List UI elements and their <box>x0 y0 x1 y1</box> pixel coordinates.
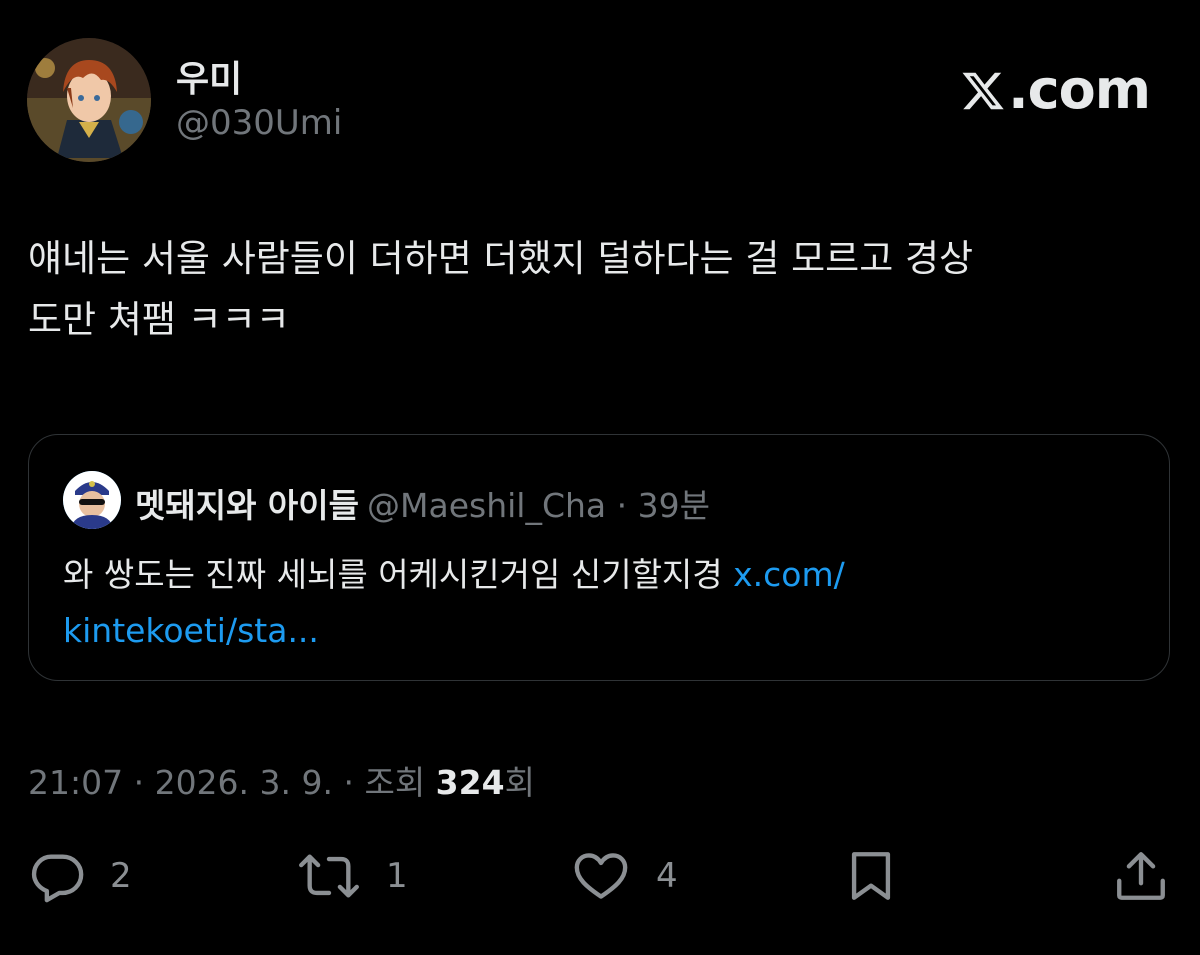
x-brand-text: .com <box>1008 58 1151 121</box>
like-count: 4 <box>656 856 678 896</box>
quote-link[interactable]: x.com/ <box>733 555 845 594</box>
quote-body: 와 쌍도는 진짜 세뇌를 어케시킨거임 신기할지경 <box>63 555 734 594</box>
tweet-text-line: 도만 쳐팸 ㅋㅋㅋ <box>28 298 290 341</box>
like-icon <box>570 847 632 905</box>
x-logo-icon <box>960 64 1006 127</box>
reply-count: 2 <box>110 856 132 896</box>
like-button[interactable]: 4 <box>570 846 678 906</box>
quote-author-avatar[interactable] <box>63 471 121 529</box>
reply-icon <box>28 847 86 905</box>
quote-header: 멧돼지와 아이들 @Maeshil_Cha · 39분 <box>135 479 710 527</box>
x-brand: .com <box>960 58 1151 127</box>
author-handle[interactable]: @030Umi <box>176 103 342 143</box>
share-button[interactable] <box>1112 846 1170 906</box>
tweet-timestamp[interactable]: 21:07 · 2026. 3. 9. · 조회 324회 <box>28 756 535 804</box>
bookmark-icon <box>842 847 900 905</box>
view-count: 324 <box>435 763 505 802</box>
retweet-icon <box>296 847 362 905</box>
tweet-text: 얘네는 서울 사람들이 더하면 더했지 덜하다는 걸 모르고 경상 도만 쳐팸 … <box>28 228 1178 350</box>
author-display-name[interactable]: 우미 <box>176 50 242 102</box>
quote-text: 와 쌍도는 진짜 세뇌를 어케시킨거임 신기할지경 x.com/ kinteko… <box>63 547 1123 659</box>
retweet-count: 1 <box>386 856 408 896</box>
quote-author-meta: @Maeshil_Cha · 39분 <box>367 486 710 525</box>
quote-link-continued[interactable]: kintekoeti/sta... <box>63 611 319 650</box>
timestamp-text: 21:07 · 2026. 3. 9. · 조회 <box>28 763 436 802</box>
tweet-text-line: 얘네는 서울 사람들이 더하면 더했지 덜하다는 걸 모르고 경상 <box>28 237 974 280</box>
bookmark-button[interactable] <box>842 846 900 906</box>
quoted-tweet-card[interactable]: 멧돼지와 아이들 @Maeshil_Cha · 39분 와 쌍도는 진짜 세뇌를 … <box>28 434 1170 681</box>
view-unit: 회 <box>504 763 535 802</box>
quote-author-name[interactable]: 멧돼지와 아이들 <box>135 486 359 525</box>
share-icon <box>1112 847 1170 905</box>
reply-button[interactable]: 2 <box>28 846 132 906</box>
retweet-button[interactable]: 1 <box>296 846 408 906</box>
author-avatar[interactable] <box>27 38 151 162</box>
